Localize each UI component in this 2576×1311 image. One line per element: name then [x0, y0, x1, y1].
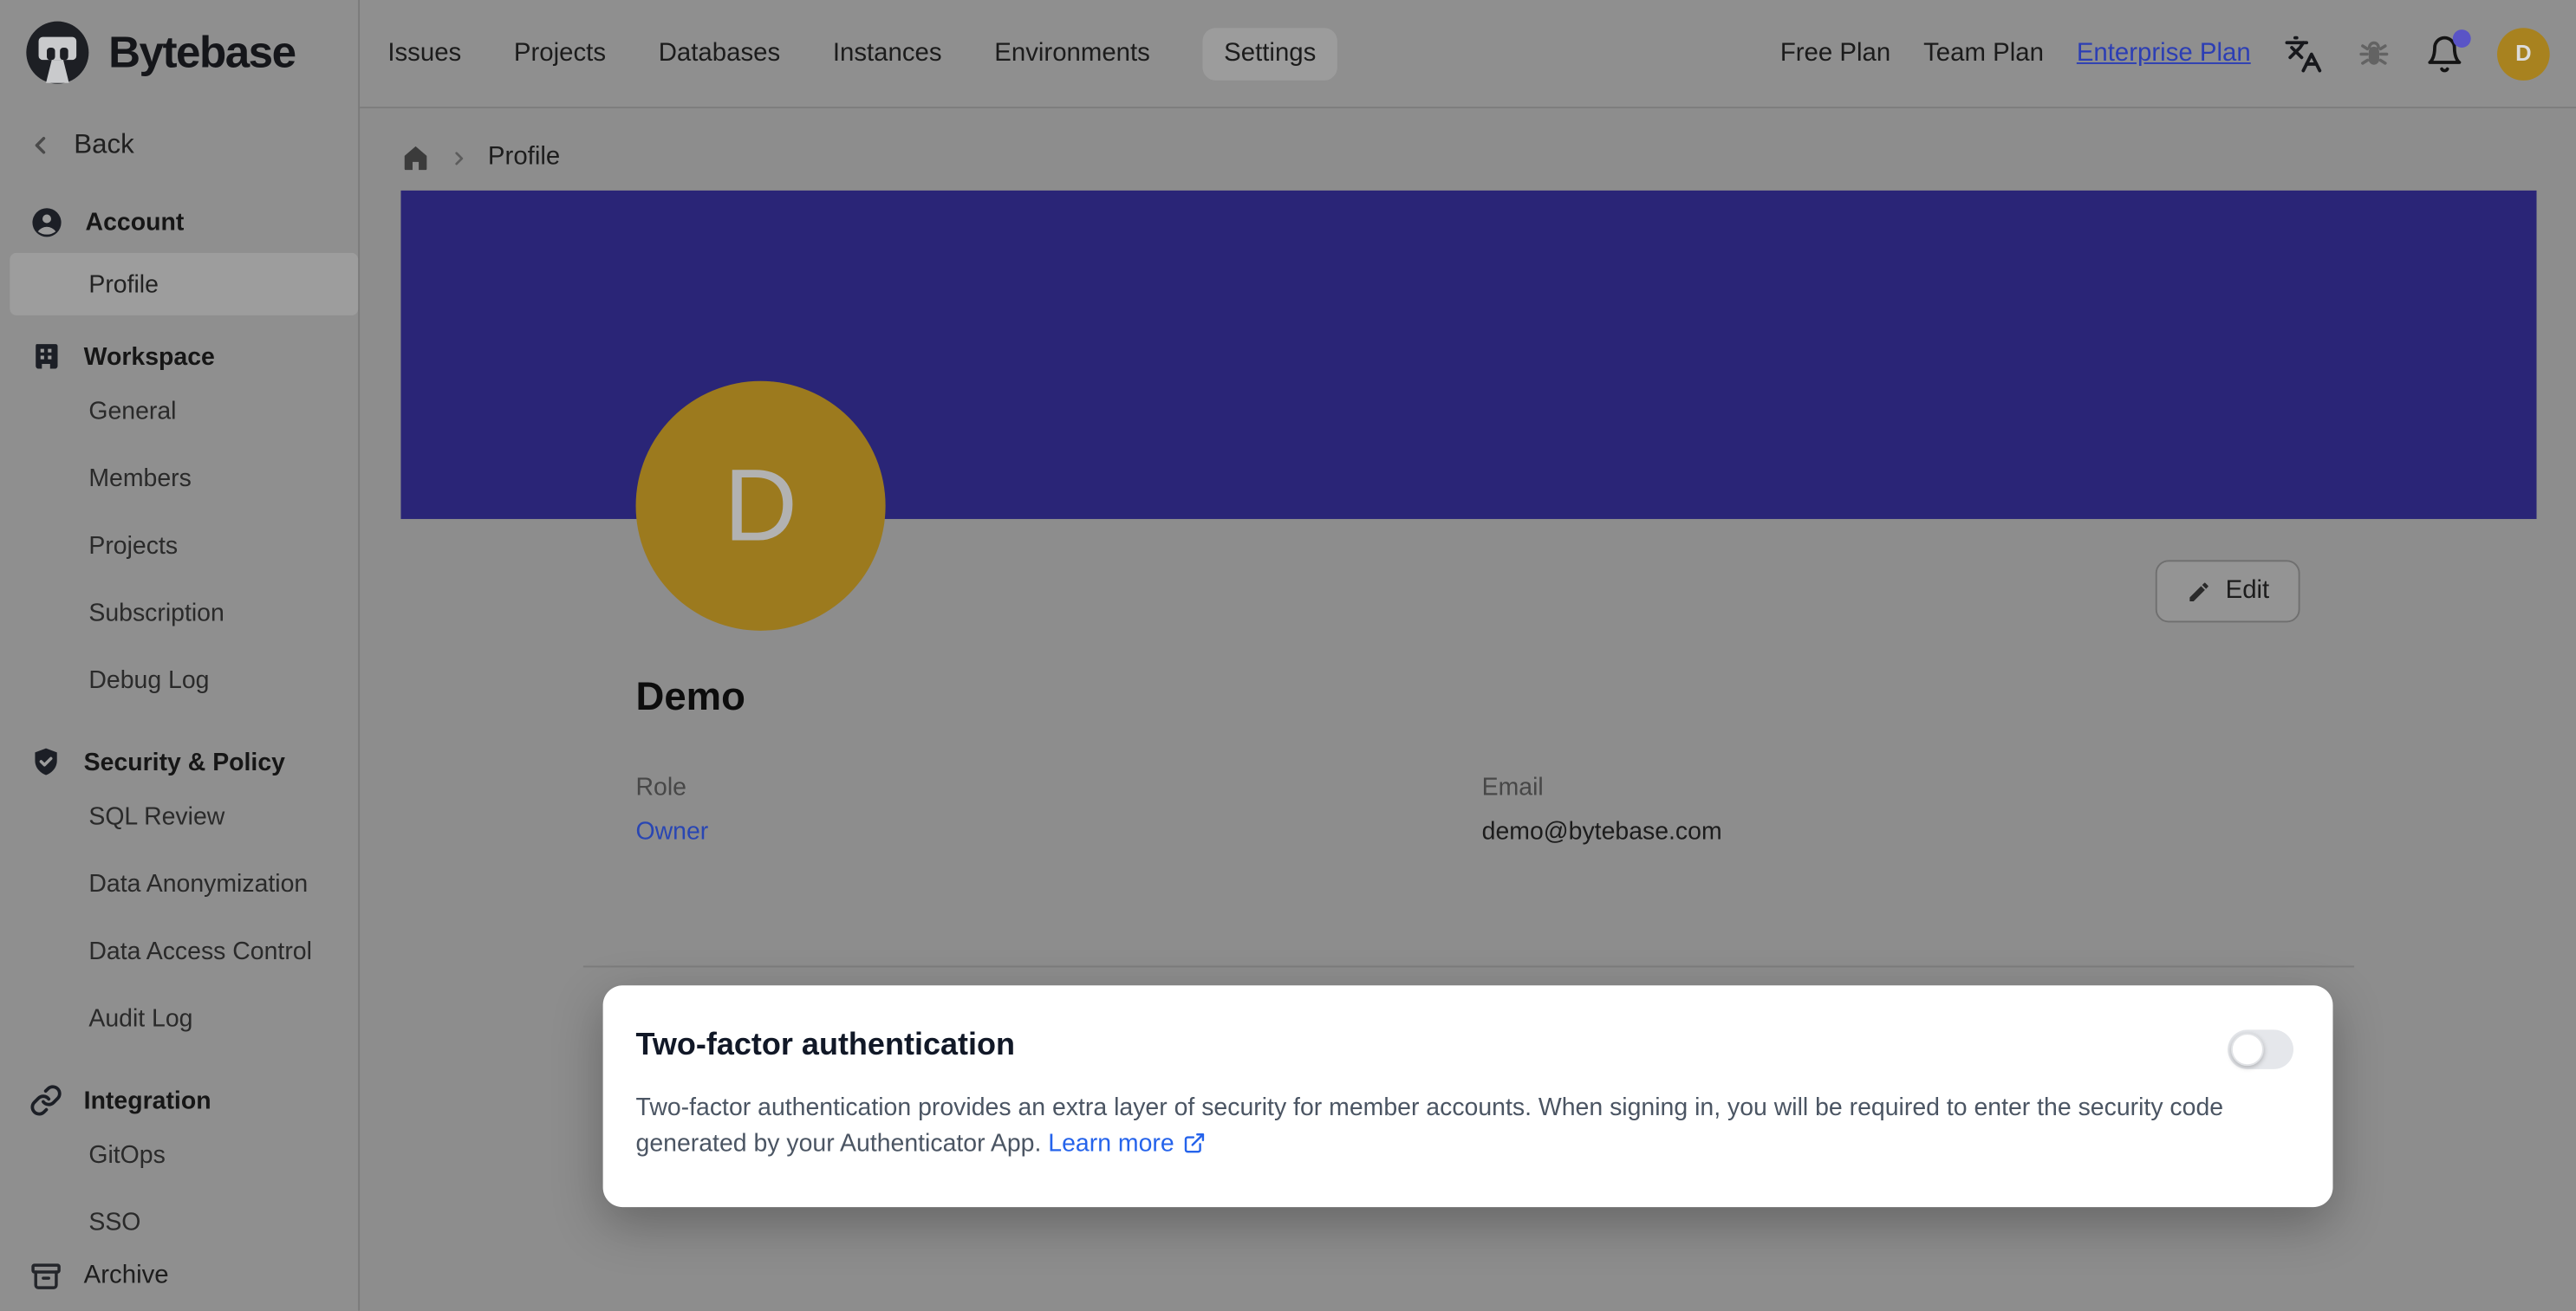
section-divider: [583, 966, 2354, 968]
profile-fields: Role Owner Email demo@bytebase.com: [636, 774, 2328, 846]
brand-logo[interactable]: Bytebase: [0, 0, 358, 88]
sidebar-section-workspace: Workspace: [0, 335, 358, 378]
home-icon[interactable]: [400, 143, 430, 172]
role-value-link[interactable]: Owner: [636, 818, 1482, 846]
bug-icon[interactable]: [2356, 36, 2392, 72]
nav-databases[interactable]: Databases: [659, 27, 780, 80]
sidebar-item-projects[interactable]: Projects: [0, 512, 358, 580]
sidebar-item-members[interactable]: Members: [0, 445, 358, 513]
learn-more-link[interactable]: Learn more: [1048, 1129, 1205, 1157]
nav-instances[interactable]: Instances: [833, 27, 942, 80]
sidebar-item-sso[interactable]: SSO: [0, 1189, 358, 1244]
back-label: Back: [74, 130, 134, 161]
enterprise-plan-link[interactable]: Enterprise Plan: [2077, 39, 2251, 68]
sidebar: Bytebase Back Account Profile W: [0, 0, 360, 1311]
shield-check-icon: [29, 746, 62, 779]
profile-name: Demo: [636, 675, 745, 721]
profile-avatar: D: [636, 381, 886, 631]
email-value: demo@bytebase.com: [1482, 818, 2328, 846]
two-factor-toggle[interactable]: [2228, 1029, 2293, 1068]
sidebar-item-gitops[interactable]: GitOps: [0, 1122, 358, 1190]
topbar: Issues Projects Databases Instances Envi…: [360, 0, 2576, 108]
nav-issues[interactable]: Issues: [387, 27, 461, 80]
nav-projects[interactable]: Projects: [514, 27, 606, 80]
breadcrumb: Profile: [360, 110, 2576, 172]
topbar-right: Free Plan Team Plan Enterprise Plan D: [1780, 27, 2576, 80]
role-label: Role: [636, 774, 1482, 802]
two-factor-card: Two-factor authentication Two-factor aut…: [603, 985, 2333, 1207]
back-button[interactable]: Back: [26, 130, 358, 161]
top-nav: Issues Projects Databases Instances Envi…: [360, 27, 1337, 80]
two-factor-description: Two-factor authentication provides an ex…: [636, 1091, 2282, 1162]
sidebar-section-integration: Integration: [0, 1079, 358, 1121]
sidebar-item-profile[interactable]: Profile: [10, 253, 358, 315]
sidebar-section-security: Security & Policy: [0, 741, 358, 783]
pencil-icon: [2186, 579, 2210, 603]
translate-icon[interactable]: [2284, 34, 2323, 73]
sidebar-item-data-anonymization[interactable]: Data Anonymization: [0, 851, 358, 918]
sidebar-item-audit-log[interactable]: Audit Log: [0, 985, 358, 1053]
notification-badge: [2453, 29, 2471, 47]
user-avatar[interactable]: D: [2497, 27, 2550, 80]
bytebase-app: Bytebase Back Account Profile W: [0, 0, 2576, 1311]
sidebar-item-debug-log[interactable]: Debug Log: [0, 647, 358, 715]
team-plan-link[interactable]: Team Plan: [1923, 39, 2044, 68]
toggle-knob: [2231, 1033, 2264, 1066]
two-factor-title: Two-factor authentication: [636, 1029, 1015, 1065]
role-field: Role Owner: [636, 774, 1482, 846]
building-icon: [29, 340, 62, 373]
main-content: Profile D Edit Demo Role Owner Email dem…: [360, 110, 2576, 1311]
notifications-bell-icon[interactable]: [2425, 34, 2464, 73]
chevron-right-icon: [448, 147, 470, 169]
sidebar-item-archive[interactable]: Archive: [0, 1242, 358, 1311]
chevron-left-icon: [26, 132, 54, 159]
link-icon: [29, 1084, 62, 1117]
archive-icon: [29, 1260, 62, 1293]
email-label: Email: [1482, 774, 2328, 802]
edit-button[interactable]: Edit: [2156, 560, 2300, 622]
sidebar-item-sql-review[interactable]: SQL Review: [0, 783, 358, 851]
sidebar-item-data-access-control[interactable]: Data Access Control: [0, 918, 358, 986]
external-link-icon: [1182, 1131, 1206, 1154]
sidebar-section-account: Account: [0, 200, 358, 243]
free-plan-link[interactable]: Free Plan: [1780, 39, 1890, 68]
breadcrumb-current: Profile: [488, 143, 560, 172]
sidebar-nav: Account Profile Workspace General Member…: [0, 184, 358, 1244]
sidebar-item-general[interactable]: General: [0, 378, 358, 445]
sidebar-item-subscription[interactable]: Subscription: [0, 580, 358, 647]
bytebase-logo-icon: [22, 16, 94, 88]
email-field: Email demo@bytebase.com: [1482, 774, 2328, 846]
nav-environments[interactable]: Environments: [994, 27, 1150, 80]
nav-settings[interactable]: Settings: [1203, 27, 1337, 80]
brand-name: Bytebase: [108, 27, 295, 78]
user-icon: [29, 204, 64, 239]
